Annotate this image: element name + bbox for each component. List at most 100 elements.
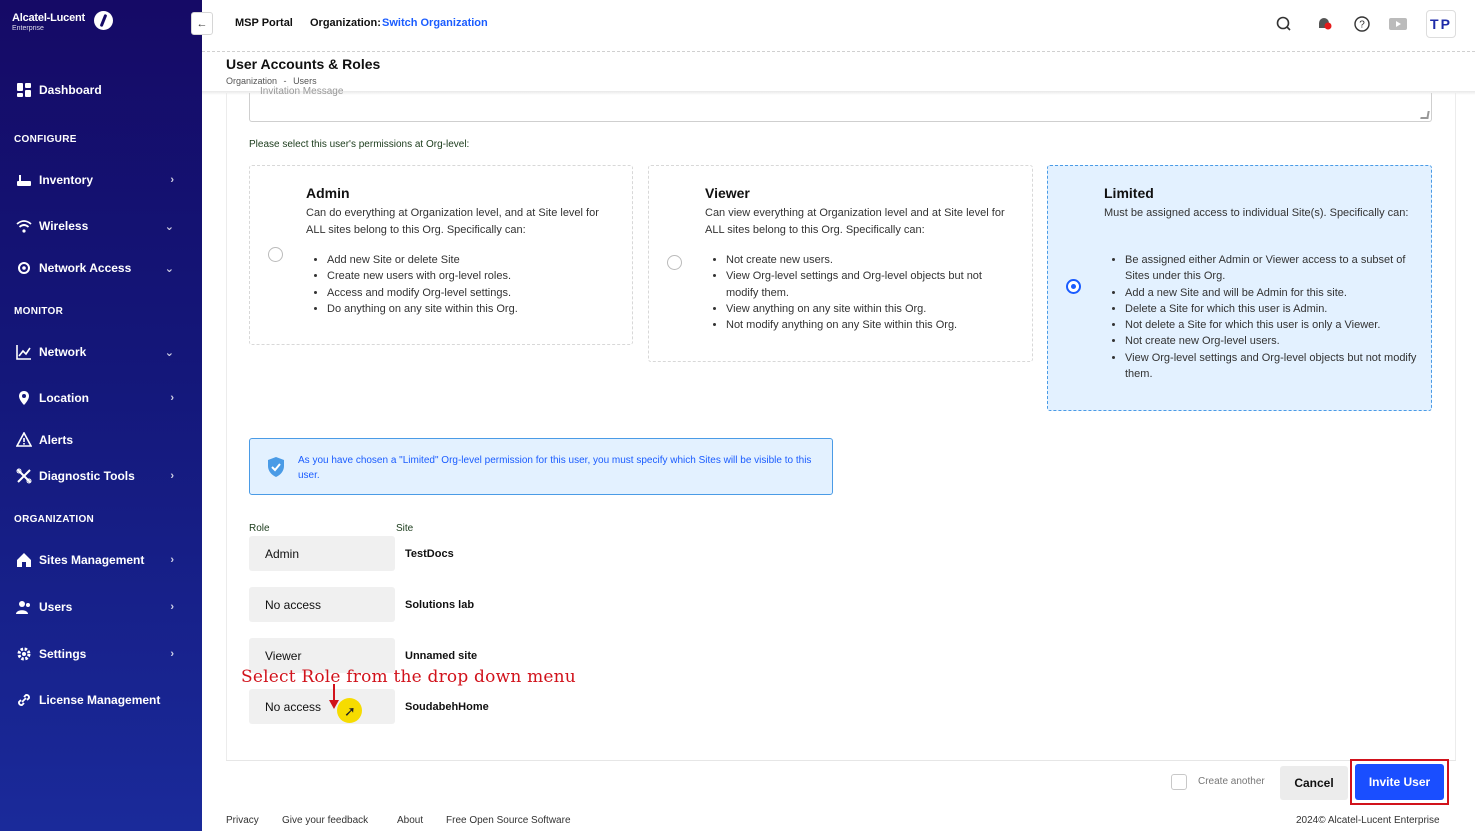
site-name: Solutions lab [405,599,475,611]
sidebar-item-label: Network Access [39,261,132,275]
sidebar-item-label: Alerts [39,433,74,447]
resize-handle-icon[interactable] [1420,111,1430,119]
cancel-button[interactable]: Cancel [1280,766,1348,800]
sidebar-item-label: Sites Management [39,553,145,567]
list-item: Delete a Site for which this user is Adm… [1125,301,1420,317]
list-item: Add new Site or delete Site [327,252,518,268]
permission-option-viewer[interactable]: Viewer Can view everything at Organizati… [648,165,1033,362]
breadcrumb-separator: - [283,76,287,86]
option-description: Can do everything at Organization level,… [306,207,599,236]
limited-radio[interactable] [1066,279,1081,294]
list-item: Add a new Site and will be Admin for thi… [1125,285,1420,301]
role-column-header: Role [249,523,270,534]
switch-organization-link[interactable]: Switch Organization [382,17,488,29]
sidebar-item-label: License Management [39,693,161,707]
limited-info-banner: As you have chosen a "Limited" Org-level… [249,438,833,495]
create-another-label[interactable]: Create another [1198,776,1265,787]
option-bullets: Be assigned either Admin or Viewer acces… [1125,252,1420,382]
shield-check-icon [266,456,286,483]
portal-label: MSP Portal [235,17,293,29]
sidebar-item-label: Location [39,391,89,405]
wifi-icon [15,217,33,235]
section-organization: ORGANIZATION [14,514,95,525]
notification-bell-icon[interactable] [1314,14,1334,34]
option-description: Must be assigned access to individual Si… [1104,207,1409,219]
sidebar-item-sites-management[interactable]: Sites Management › [0,545,202,575]
sidebar-item-network[interactable]: Network ⌄ [0,337,202,367]
sidebar-item-label: Wireless [39,219,89,233]
form-actions [226,760,1456,806]
mouse-cursor-icon: ➚ [344,703,356,719]
sidebar-item-alerts[interactable]: Alerts [0,425,202,455]
admin-radio[interactable] [268,247,283,262]
invite-user-button[interactable]: Invite User [1355,764,1444,800]
tutorial-annotation: Select Role from the drop down menu [241,667,576,687]
brand-logo[interactable]: Alcatel-Lucent Enterprise [12,11,113,32]
section-configure: CONFIGURE [14,134,77,145]
breadcrumb-organization[interactable]: Organization [226,76,277,86]
alcatel-logo-icon [94,11,113,30]
invitation-message-input[interactable]: Invitation Message [249,86,1432,122]
sidebar-item-label: Users [39,600,73,614]
sidebar-item-license-management[interactable]: License Management [0,685,202,715]
topbar: MSP Portal Organization: Switch Organiza… [202,0,1475,52]
list-item: Be assigned either Admin or Viewer acces… [1125,252,1420,285]
license-link-icon [15,691,33,709]
collapse-sidebar-button[interactable]: ← [191,12,213,35]
option-title: Viewer [705,185,750,201]
user-avatar[interactable]: TP [1426,10,1456,38]
brand-subtitle: Enterprise [12,25,44,32]
chevron-right-icon: › [170,648,174,660]
role-select-testdocs[interactable]: Admin [249,536,395,571]
sidebar-item-label: Diagnostic Tools [39,469,135,483]
viewer-radio[interactable] [667,255,682,270]
create-another-checkbox[interactable] [1171,774,1187,790]
sidebar-item-location[interactable]: Location › [0,383,202,413]
list-item: View anything on any site within this Or… [726,301,1016,317]
sidebar-item-label: Inventory [39,173,94,187]
chevron-right-icon: › [170,470,174,482]
brand-name: Alcatel-Lucent [12,12,85,24]
site-name: Unnamed site [405,650,478,662]
sidebar-item-label: Settings [39,647,87,661]
gear-icon [15,645,33,663]
dashboard-icon [15,81,33,99]
sidebar-item-network-access[interactable]: Network Access ⌄ [0,253,202,283]
list-item: Not modify anything on any Site within t… [726,317,1016,333]
permission-option-limited[interactable]: Limited Must be assigned access to indiv… [1047,165,1432,411]
footer-link-privacy[interactable]: Privacy [226,815,259,826]
sidebar-item-wireless[interactable]: Wireless ⌄ [0,211,202,241]
role-select-soudabehhome[interactable]: No access [249,689,395,724]
list-item: Access and modify Org-level settings. [327,285,518,301]
invitation-message-placeholder: Invitation Message [260,86,344,97]
sidebar: Alcatel-Lucent Enterprise Dashboard CONF… [0,0,202,831]
tools-icon [15,467,33,485]
chevron-right-icon: › [170,174,174,186]
site-name: TestDocs [405,548,454,560]
role-select-solutions-lab[interactable]: No access [249,587,395,622]
chevron-down-icon: ⌄ [164,220,174,233]
footer-link-about[interactable]: About [397,815,423,826]
sidebar-item-dashboard[interactable]: Dashboard [0,75,202,105]
help-icon[interactable]: ? [1352,14,1372,34]
list-item: Not delete a Site for which this user is… [1125,317,1420,333]
list-item: View Org-level settings and Org-level ob… [726,268,1016,301]
site-name: SoudabehHome [405,701,489,713]
sidebar-item-label: Network [39,345,87,359]
permission-option-admin[interactable]: Admin Can do everything at Organization … [249,165,633,345]
chevron-right-icon: › [170,601,174,613]
sidebar-item-diagnostic-tools[interactable]: Diagnostic Tools › [0,461,202,491]
location-pin-icon [15,389,33,407]
search-icon[interactable] [1274,14,1294,34]
copyright: 2024© Alcatel-Lucent Enterprise [1296,815,1440,826]
footer-link-open-source[interactable]: Free Open Source Software [446,815,571,826]
sidebar-item-settings[interactable]: Settings › [0,639,202,669]
sidebar-item-users[interactable]: Users › [0,592,202,622]
video-icon[interactable] [1388,14,1408,34]
list-item: View Org-level settings and Org-level ob… [1125,350,1420,383]
section-monitor: MONITOR [14,306,64,317]
sidebar-item-label: Dashboard [39,83,102,97]
sidebar-item-inventory[interactable]: Inventory › [0,165,202,195]
info-message: As you have chosen a "Limited" Org-level… [298,455,812,481]
footer-link-feedback[interactable]: Give your feedback [282,815,368,826]
